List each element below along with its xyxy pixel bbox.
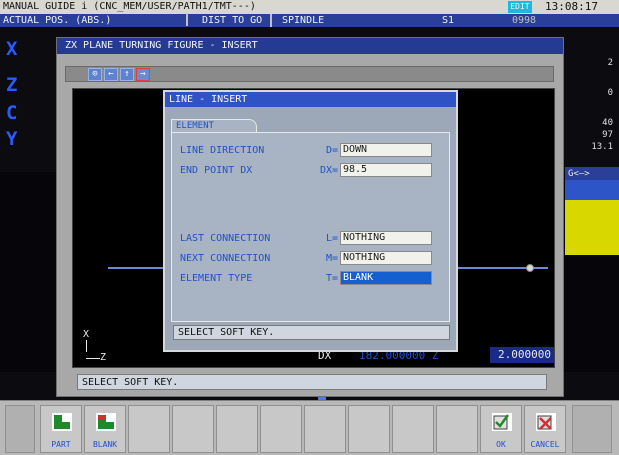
softkey-return[interactable] [5, 405, 35, 453]
arrow-right-icon[interactable]: → [136, 68, 150, 81]
softkey-empty[interactable] [348, 405, 390, 453]
dialog-title: LINE - INSERT [165, 92, 456, 107]
cancel-icon [536, 413, 556, 431]
bg-yellow-block [565, 200, 619, 255]
mode-badge: EDIT [508, 1, 532, 13]
arrow-up-icon[interactable]: ↑ [120, 68, 134, 81]
next-connection-field[interactable]: NOTHING [340, 251, 432, 265]
axis-vertical [86, 340, 106, 352]
tab-element[interactable]: ELEMENT [171, 119, 257, 133]
part-icon [52, 413, 72, 431]
z-value: 2.000000 [490, 347, 554, 363]
field-label: NEXT CONNECTION [180, 253, 271, 264]
element-type-field[interactable]: BLANK [340, 271, 432, 285]
position-bar: ACTUAL POS. (ABS.) DIST TO GO SPINDLE S1… [0, 13, 619, 27]
spindle-label: SPINDLE [282, 15, 325, 26]
axis-x-letter: X [6, 38, 18, 60]
field-label: LINE DIRECTION [180, 145, 265, 156]
axis-x-label: X [83, 329, 90, 340]
endpoint-marker [526, 264, 534, 272]
axis-c-letter: C [6, 102, 18, 124]
clock: 13:08:17 [545, 0, 598, 13]
field-key: T= [325, 273, 338, 284]
softkey-empty[interactable] [216, 405, 258, 453]
bg-blue-block [565, 180, 619, 200]
softkey-label: PART [51, 440, 71, 449]
bg-value: 13.1 [591, 142, 613, 152]
window-title: ZX PLANE TURNING FIGURE - INSERT [57, 38, 563, 54]
end-point-dx-field[interactable]: 98.5 [340, 163, 432, 177]
softkey-blank[interactable]: BLANK [84, 405, 126, 453]
bg-value: 40 [602, 118, 613, 128]
separator [186, 13, 188, 26]
origin-icon[interactable]: ⊙ [88, 68, 102, 81]
cnc-screen: MANUAL GUIDE i (CNC_MEM/USER/PATH1/TMT--… [0, 0, 619, 455]
element-panel: LINE DIRECTION D= DOWN END POINT DX DX= … [171, 132, 450, 322]
field-key: DX= [319, 165, 338, 176]
softkey-label: BLANK [92, 440, 118, 449]
softkey-empty[interactable] [260, 405, 302, 453]
field-key: D= [325, 145, 338, 156]
axis-z-label: Z [100, 352, 107, 363]
screen-title: MANUAL GUIDE i (CNC_MEM/USER/PATH1/TMT--… [3, 1, 256, 12]
axis-y-letter: Y [6, 128, 18, 150]
softkey-cancel[interactable]: CANCEL [524, 405, 566, 453]
program-number: 0998 [512, 15, 537, 26]
softkey-label: CANCEL [530, 440, 560, 449]
spindle-id: S1 [442, 15, 455, 26]
bg-value: 2 [607, 58, 613, 68]
softkey-empty[interactable] [128, 405, 170, 453]
field-key: M= [325, 253, 338, 264]
axis-horizontal: Z [86, 352, 106, 363]
axis-z-letter: Z [6, 74, 18, 96]
softkey-part[interactable]: PART [40, 405, 82, 453]
softkey-empty[interactable] [436, 405, 478, 453]
softkey-bar: PART BLANK OK CANCEL [0, 400, 619, 455]
main-message-line: SELECT SOFT KEY. [77, 374, 547, 390]
dist-to-go-label: DIST TO GO [202, 15, 263, 26]
field-key: L= [325, 233, 338, 244]
bg-value: 97 [602, 130, 613, 140]
axis-indicator: X Z [83, 329, 106, 363]
arrow-left-icon[interactable]: ← [104, 68, 118, 81]
softkey-empty[interactable] [304, 405, 346, 453]
softkey-next[interactable] [572, 405, 612, 453]
softkey-empty[interactable] [392, 405, 434, 453]
top-status-bar: MANUAL GUIDE i (CNC_MEM/USER/PATH1/TMT--… [0, 0, 619, 14]
softkey-empty[interactable] [172, 405, 214, 453]
field-label: ELEMENT TYPE [180, 273, 253, 284]
blank-icon [96, 413, 116, 431]
bg-value: 0 [607, 88, 613, 98]
actual-pos-label: ACTUAL POS. (ABS.) [3, 15, 112, 26]
separator [270, 14, 272, 27]
line-insert-dialog: LINE - INSERT ELEMENT LINE DIRECTION D= … [163, 90, 458, 352]
field-label: END POINT DX [180, 165, 253, 176]
field-label: LAST CONNECTION [180, 233, 271, 244]
softkey-label: OK [496, 440, 506, 449]
ok-icon [492, 413, 512, 431]
dialog-message-line: SELECT SOFT KEY. [173, 325, 450, 340]
last-connection-field[interactable]: NOTHING [340, 231, 432, 245]
nav-icon-strip: ⊙ ← ↑ → [65, 66, 554, 82]
softkey-ok[interactable]: OK [480, 405, 522, 453]
line-direction-field[interactable]: DOWN [340, 143, 432, 157]
